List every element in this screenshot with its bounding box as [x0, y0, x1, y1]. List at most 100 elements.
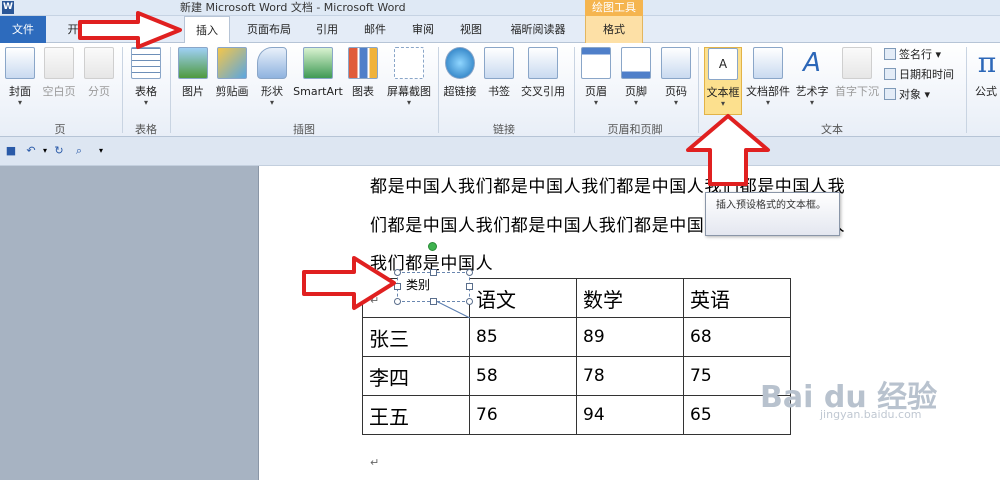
page-break-button[interactable]: 分页 [82, 47, 116, 113]
camera-icon [394, 47, 424, 79]
chevron-down-icon: ▾ [17, 98, 22, 107]
cross-reference-button[interactable]: 交叉引用 [518, 47, 568, 113]
object-button[interactable]: 对象 ▾ [884, 87, 930, 103]
chevron-down-icon: ▾ [765, 98, 770, 107]
table-cell[interactable]: 李四 [362, 356, 470, 396]
quick-access-toolbar: ■ ↶ ▾ ↻ ⌕ ▾ [0, 137, 1000, 166]
bookmark-button[interactable]: 书签 [484, 47, 514, 113]
table-header-cell[interactable]: 英语 [683, 278, 791, 318]
footer-icon [621, 47, 651, 79]
redo-icon[interactable]: ↻ [52, 144, 66, 157]
chevron-down-icon: ▾ [633, 98, 638, 107]
clip-art-button[interactable]: 剪贴画 [212, 47, 252, 113]
table-cell[interactable]: 85 [469, 317, 577, 357]
date-time-button[interactable]: 日期和时间 [884, 67, 954, 83]
chevron-down-icon: ▾ [809, 98, 814, 107]
tab-foxit-reader[interactable]: 福昕阅读器 [500, 16, 576, 43]
word-app-icon[interactable]: W [2, 1, 14, 14]
tab-mailings[interactable]: 邮件 [354, 16, 396, 43]
table-cell[interactable]: 58 [469, 356, 577, 396]
header-button[interactable]: 页眉 ▾ [580, 47, 612, 113]
tab-format[interactable]: 格式 [585, 16, 643, 43]
equation-button[interactable]: π 公式 [972, 47, 1000, 113]
group-label-tables: 表格 [135, 123, 157, 136]
resize-handle[interactable] [466, 269, 473, 276]
group-label-header-footer: 页眉和页脚 [607, 123, 663, 136]
group-label-pages: 页 [54, 123, 66, 136]
group-divider [122, 47, 123, 133]
group-label-links: 链接 [493, 123, 515, 136]
picture-button[interactable]: 图片 [176, 47, 210, 113]
table-cell[interactable]: 78 [576, 356, 684, 396]
table-row: 张三 85 89 68 [362, 317, 791, 357]
table-cell[interactable]: 94 [576, 395, 684, 435]
table-header-cell[interactable]: 语文 [469, 278, 577, 318]
text-box-content[interactable]: 类别 [406, 278, 430, 292]
save-icon[interactable]: ■ [4, 144, 18, 157]
undo-icon[interactable]: ↶ [24, 144, 38, 157]
resize-handle[interactable] [466, 298, 473, 305]
resize-handle[interactable] [466, 283, 473, 290]
annotation-arrow-right-icon [302, 256, 396, 310]
tab-view[interactable]: 视图 [450, 16, 492, 43]
cover-page-button[interactable]: 封面 ▾ [4, 47, 36, 113]
group-divider [170, 47, 171, 133]
footer-button[interactable]: 页脚 ▾ [620, 47, 652, 113]
tab-insert[interactable]: 插入 [184, 16, 230, 44]
calendar-icon [884, 68, 896, 80]
customize-qat-icon[interactable]: ▾ [94, 144, 108, 157]
shapes-button[interactable]: 形状 ▾ [256, 47, 288, 113]
chevron-down-icon: ▾ [143, 98, 148, 107]
cross-reference-icon [528, 47, 558, 79]
object-icon [884, 88, 896, 100]
drop-cap-button[interactable]: 首字下沉 [834, 47, 880, 113]
table-cell[interactable]: 张三 [362, 317, 470, 357]
header-icon [581, 47, 611, 79]
globe-link-icon [445, 47, 475, 79]
resize-handle[interactable] [430, 298, 437, 305]
resize-handle[interactable] [430, 269, 437, 276]
table-cell[interactable]: 89 [576, 317, 684, 357]
watermark-url: jingyan.baidu.com [820, 408, 922, 421]
pi-icon: π [977, 47, 997, 79]
quick-parts-icon [753, 47, 783, 79]
print-preview-icon[interactable]: ⌕ [72, 144, 86, 157]
chevron-down-icon: ▾ [406, 98, 411, 107]
tab-page-layout[interactable]: 页面布局 [238, 16, 300, 43]
drop-cap-icon [842, 47, 872, 79]
ribbon-insert: 封面 ▾ 空白页 分页 页 表格 ▾ 表格 图片 剪贴画 形状 ▾ SmartA… [0, 43, 1000, 137]
quick-parts-button[interactable]: 文档部件 ▾ [746, 47, 790, 113]
tab-review[interactable]: 审阅 [402, 16, 444, 43]
rotate-handle[interactable] [428, 242, 437, 251]
chevron-down-icon: ▾ [673, 98, 678, 107]
shapes-icon [257, 47, 287, 79]
chart-button[interactable]: 图表 [348, 47, 378, 113]
smartart-button[interactable]: SmartArt [292, 47, 344, 113]
chevron-down-icon: ▾ [269, 98, 274, 107]
signature-line-button[interactable]: 签名行 ▾ [884, 47, 941, 63]
page-number-button[interactable]: 页码 ▾ [660, 47, 692, 113]
table-header-cell[interactable]: 数学 [576, 278, 684, 318]
screenshot-button[interactable]: 屏幕截图 ▾ [384, 47, 434, 113]
blank-page-icon [44, 47, 74, 79]
undo-dropdown-icon[interactable]: ▾ [38, 144, 52, 157]
hyperlink-button[interactable]: 超链接 [442, 47, 478, 113]
table-cell[interactable]: 76 [469, 395, 577, 435]
blank-page-button[interactable]: 空白页 [40, 47, 78, 113]
tab-references[interactable]: 引用 [306, 16, 348, 43]
bookmark-icon [484, 47, 514, 79]
window-title: 新建 Microsoft Word 文档 - Microsoft Word [180, 1, 406, 14]
signature-icon [884, 48, 896, 60]
group-divider [438, 47, 439, 133]
table-button[interactable]: 表格 ▾ [128, 47, 164, 113]
table-cell[interactable]: 王五 [362, 395, 470, 435]
cover-page-icon [5, 47, 35, 79]
text-box-button[interactable]: A 文本框 ▾ [704, 47, 742, 115]
paragraph-mark-icon: ↵ [370, 456, 380, 469]
tab-file[interactable]: 文件 [0, 16, 46, 43]
picture-icon [178, 47, 208, 79]
wordart-icon: A [803, 48, 821, 78]
table-cell[interactable]: 68 [683, 317, 791, 357]
chevron-down-icon: ▾ [593, 98, 598, 107]
wordart-button[interactable]: A 艺术字 ▾ [794, 47, 830, 113]
